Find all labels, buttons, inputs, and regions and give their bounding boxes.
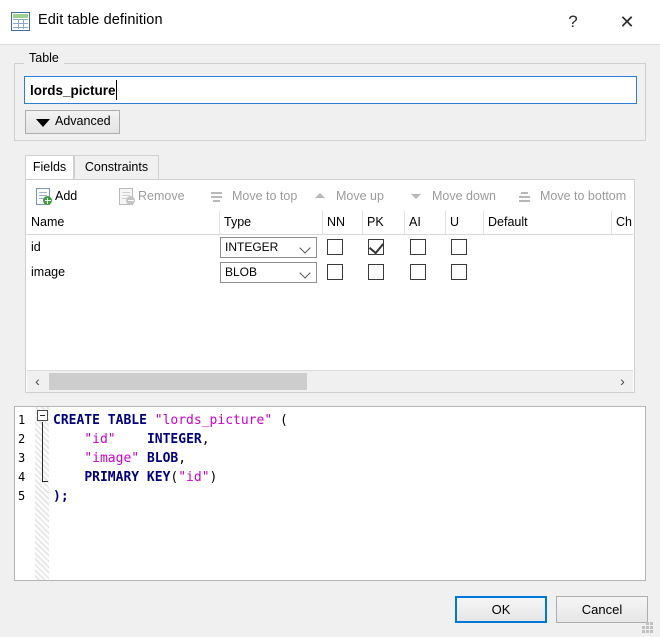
line-number: 3 bbox=[18, 451, 26, 465]
move-to-top-label: Move to top bbox=[232, 189, 298, 203]
column-header-ai[interactable]: AI bbox=[405, 211, 446, 234]
window-title: Edit table definition bbox=[38, 12, 163, 28]
advanced-button-label: Advanced bbox=[55, 114, 111, 128]
sql-code-line: "id" INTEGER, bbox=[84, 432, 210, 447]
line-number: 2 bbox=[18, 432, 26, 446]
column-header-pk[interactable]: PK bbox=[363, 211, 405, 234]
advanced-button[interactable]: Advanced bbox=[25, 110, 120, 134]
sql-line: 2 "id" INTEGER, bbox=[15, 430, 645, 449]
line-number: 4 bbox=[18, 470, 26, 484]
line-number: 5 bbox=[18, 489, 26, 503]
move-to-bottom-button[interactable]: Move to bottom bbox=[518, 185, 638, 207]
column-header-type[interactable]: Type bbox=[220, 211, 323, 234]
sql-line: 4 PRIMARY KEY("id") bbox=[15, 468, 645, 487]
minus-badge-icon bbox=[126, 196, 135, 205]
column-header-u[interactable]: U bbox=[446, 211, 484, 234]
checkbox-pk[interactable] bbox=[368, 264, 384, 280]
sql-code-line: "image" BLOB, bbox=[84, 451, 187, 466]
move-to-top-icon bbox=[210, 191, 223, 202]
move-up-icon bbox=[314, 191, 327, 202]
cell-field-name[interactable]: id bbox=[27, 235, 220, 260]
remove-field-label: Remove bbox=[138, 189, 185, 203]
checkbox-ai[interactable] bbox=[410, 264, 426, 280]
add-field-label: Add bbox=[55, 189, 78, 203]
tab-constraints[interactable]: Constraints bbox=[74, 155, 159, 179]
check-icon bbox=[368, 238, 385, 255]
move-down-label: Move down bbox=[432, 189, 496, 203]
move-to-bottom-label: Move to bottom bbox=[540, 189, 627, 203]
move-to-bottom-icon bbox=[518, 191, 531, 202]
chevron-down-icon bbox=[299, 267, 311, 279]
move-down-button[interactable]: Move down bbox=[410, 185, 515, 207]
fields-tab-panel: Add Remove Move to top Move up Move down… bbox=[25, 179, 635, 393]
sql-code-line: ); bbox=[53, 489, 69, 504]
column-header-nn[interactable]: NN bbox=[323, 211, 363, 234]
type-dropdown[interactable]: INTEGER bbox=[220, 237, 317, 258]
sql-preview-editor[interactable]: 1 CREATE TABLE "lords_picture" ( 2 "id" … bbox=[14, 406, 646, 581]
table-grid-icon bbox=[11, 12, 30, 31]
sql-line: 3 "image" BLOB, bbox=[15, 449, 645, 468]
move-down-icon bbox=[410, 191, 423, 202]
move-up-button[interactable]: Move up bbox=[314, 185, 404, 207]
window-title-bar: Edit table definition ? ✕ bbox=[0, 0, 660, 45]
checkbox-pk[interactable] bbox=[368, 238, 385, 255]
table-row[interactable]: id INTEGER bbox=[27, 235, 633, 260]
line-number: 1 bbox=[18, 413, 26, 427]
checkbox-nn[interactable] bbox=[327, 264, 343, 280]
cell-default[interactable] bbox=[488, 235, 612, 260]
resize-grip[interactable] bbox=[641, 622, 654, 633]
sql-line: 5 ); bbox=[15, 487, 645, 506]
sql-code-line: PRIMARY KEY("id") bbox=[84, 470, 218, 485]
grid-header-row: Name Type NN PK AI U Default Ch bbox=[27, 211, 633, 235]
type-dropdown[interactable]: BLOB bbox=[220, 262, 317, 283]
help-button[interactable]: ? bbox=[556, 6, 590, 38]
close-icon[interactable]: ✕ bbox=[607, 6, 647, 38]
checkbox-nn[interactable] bbox=[327, 239, 343, 255]
chevron-down-icon bbox=[299, 242, 311, 254]
cell-field-name[interactable]: image bbox=[27, 260, 220, 285]
checkbox-u[interactable] bbox=[451, 239, 467, 255]
tab-strip: Fields Constraints bbox=[25, 155, 635, 179]
tab-fields[interactable]: Fields bbox=[25, 155, 74, 179]
scroll-left-icon[interactable]: ‹ bbox=[27, 371, 48, 392]
plus-badge-icon bbox=[43, 196, 52, 205]
chevron-down-icon bbox=[36, 119, 50, 127]
column-header-name[interactable]: Name bbox=[27, 211, 220, 234]
ok-button[interactable]: OK bbox=[455, 596, 547, 623]
cancel-button[interactable]: Cancel bbox=[556, 596, 648, 623]
add-field-button[interactable]: Add bbox=[36, 185, 96, 207]
scroll-right-icon[interactable]: › bbox=[612, 371, 633, 392]
column-header-check[interactable]: Ch bbox=[612, 211, 633, 234]
checkbox-ai[interactable] bbox=[410, 239, 426, 255]
column-header-default[interactable]: Default bbox=[484, 211, 612, 234]
text-caret bbox=[116, 80, 117, 100]
table-groupbox-legend: Table bbox=[24, 51, 64, 65]
fields-grid: Name Type NN PK AI U Default Ch id INTEG… bbox=[27, 211, 633, 371]
fields-toolbar: Add Remove Move to top Move up Move down… bbox=[26, 180, 634, 211]
remove-field-button[interactable]: Remove bbox=[119, 185, 209, 207]
sql-code-line: CREATE TABLE "lords_picture" ( bbox=[53, 413, 288, 428]
move-up-label: Move up bbox=[336, 189, 384, 203]
cell-default[interactable] bbox=[488, 260, 612, 285]
table-row[interactable]: image BLOB bbox=[27, 260, 633, 285]
scrollbar-thumb[interactable] bbox=[49, 373, 307, 390]
grid-horizontal-scrollbar[interactable]: ‹ › bbox=[27, 370, 633, 392]
checkbox-u[interactable] bbox=[451, 264, 467, 280]
sql-line: 1 CREATE TABLE "lords_picture" ( bbox=[15, 411, 645, 430]
type-dropdown-value: BLOB bbox=[225, 265, 258, 279]
type-dropdown-value: INTEGER bbox=[225, 240, 279, 254]
move-to-top-button[interactable]: Move to top bbox=[210, 185, 320, 207]
